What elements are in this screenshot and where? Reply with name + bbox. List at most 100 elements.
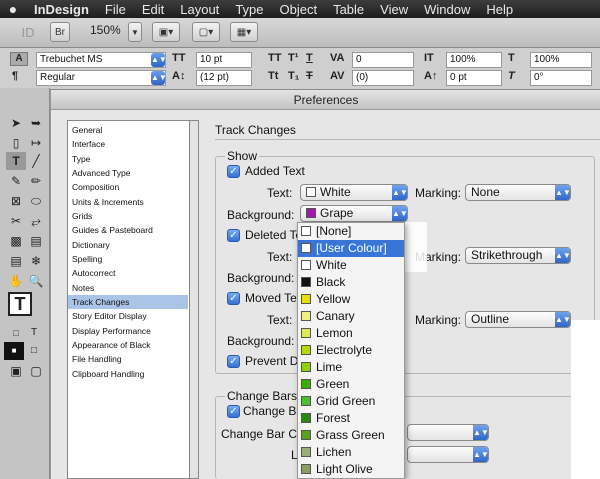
list-item[interactable]: [None] (298, 223, 404, 240)
menu-type[interactable]: Type (227, 2, 271, 17)
arrange-documents-icon[interactable]: ▦▾ (230, 22, 258, 42)
zoom-dropdown-icon[interactable]: ▼ (128, 22, 142, 42)
bridge-button[interactable]: Br (50, 22, 70, 42)
deleted-text-checkbox[interactable]: ✓ (227, 229, 240, 242)
selection-tool-icon[interactable]: ➤ (6, 114, 26, 132)
sidebar-item-clipboard-handling[interactable]: Clipboard Handling (68, 367, 188, 381)
menu-layout[interactable]: Layout (172, 2, 227, 17)
sidebar-item-guides-pasteboard[interactable]: Guides & Pasteboard (68, 223, 188, 237)
vertical-scale-field[interactable]: 100% (446, 52, 502, 68)
pencil-tool-icon[interactable]: ✏ (26, 172, 46, 190)
ellipse-tool-icon[interactable]: ⬭ (26, 192, 46, 210)
color-popup-list[interactable]: [None] [User Colour] White Black Yellow … (297, 222, 405, 479)
list-item[interactable]: [User Colour] (298, 240, 404, 257)
sidebar-item-grids[interactable]: Grids (68, 209, 188, 223)
font-family-field[interactable]: Trebuchet MS (36, 52, 166, 68)
pen-tool-icon[interactable]: ✎ (6, 172, 26, 190)
font-size-field[interactable]: 10 pt (196, 52, 252, 68)
zoom-level[interactable]: 150% (90, 23, 121, 37)
list-item[interactable]: Grass Green (298, 427, 404, 444)
moved-text-checkbox[interactable]: ✓ (227, 292, 240, 305)
line-tool-icon[interactable]: ╱ (26, 152, 46, 170)
screen-mode-icon[interactable]: ▢▾ (192, 22, 220, 42)
sidebar-item-spelling[interactable]: Spelling (68, 252, 188, 266)
apple-icon[interactable]: ● (0, 1, 26, 17)
menu-help[interactable]: Help (478, 2, 521, 17)
added-text-color-select[interactable]: White ▲▼ (300, 184, 408, 201)
sidebar-item-advanced-type[interactable]: Advanced Type (68, 166, 188, 180)
list-item[interactable]: White (298, 257, 404, 274)
sidebar-item-dictionary[interactable]: Dictionary (68, 238, 188, 252)
change-bars-checkbox[interactable]: ✓ (227, 405, 240, 418)
leading-field[interactable]: (12 pt) (196, 70, 252, 86)
free-transform-tool-icon[interactable]: ⥂ (26, 212, 46, 230)
sidebar-item-file-handling[interactable]: File Handling (68, 352, 188, 366)
note-tool-icon[interactable]: ▤ (6, 252, 26, 270)
menu-indesign[interactable]: InDesign (26, 2, 97, 17)
skew-field[interactable]: 0° (530, 70, 592, 86)
sidebar-item-autocorrect[interactable]: Autocorrect (68, 266, 188, 280)
menu-object[interactable]: Object (272, 2, 326, 17)
menu-file[interactable]: File (97, 2, 134, 17)
added-background-select[interactable]: Grape ▲▼ (300, 205, 408, 222)
fill-stroke-icon[interactable]: T (8, 292, 32, 316)
eyedropper-tool-icon[interactable]: ❄ (26, 252, 46, 270)
sidebar-item-story-editor-display[interactable]: Story Editor Display (68, 309, 188, 323)
menu-edit[interactable]: Edit (134, 2, 172, 17)
added-text-checkbox[interactable]: ✓ (227, 165, 240, 178)
paragraph-mode-icon[interactable]: ¶ (12, 70, 18, 82)
list-item[interactable]: Green (298, 376, 404, 393)
sidebar-scrollbar[interactable] (189, 120, 199, 479)
moved-marking-select[interactable]: Outline ▲▼ (465, 311, 571, 328)
menu-window[interactable]: Window (416, 2, 478, 17)
normal-view-icon[interactable]: ▣ (6, 362, 26, 380)
swap-fill-stroke-icon[interactable]: □ (6, 324, 26, 342)
apply-color-icon[interactable]: ■ (4, 342, 24, 360)
list-item[interactable]: Lichen (298, 444, 404, 461)
apply-none-icon[interactable]: □ (24, 342, 44, 360)
preview-view-icon[interactable]: ▢ (26, 362, 46, 380)
change-bar-color-select[interactable]: ▲▼ (407, 424, 489, 441)
sidebar-item-notes[interactable]: Notes (68, 281, 188, 295)
added-marking-select[interactable]: None ▲▼ (465, 184, 571, 201)
deleted-marking-select[interactable]: Strikethrough ▲▼ (465, 247, 571, 264)
superscript-icon[interactable]: T¹ (288, 52, 298, 64)
formatting-affects-text-icon[interactable]: T (24, 324, 44, 342)
hand-tool-icon[interactable]: ✋ (6, 272, 26, 290)
zoom-tool-icon[interactable]: 🔍 (26, 272, 46, 290)
list-item[interactable]: Canary (298, 308, 404, 325)
kerning-field[interactable]: 0 (352, 52, 414, 68)
sidebar-item-type[interactable]: Type (68, 152, 188, 166)
sidebar-item-units-increments[interactable]: Units & Increments (68, 195, 188, 209)
scissors-tool-icon[interactable]: ✂ (6, 212, 26, 230)
list-item[interactable]: Yellow (298, 291, 404, 308)
font-style-field[interactable]: Regular (36, 70, 166, 86)
location-select[interactable]: ▲▼ (407, 446, 489, 463)
gradient-feather-tool-icon[interactable]: ▤ (26, 232, 46, 250)
list-item[interactable]: Black (298, 274, 404, 291)
gradient-tool-icon[interactable]: ▩ (6, 232, 26, 250)
page-tool-icon[interactable]: ▯ (6, 134, 26, 152)
type-tool-icon[interactable]: T (6, 152, 26, 170)
small-caps-icon[interactable]: Tt (268, 70, 278, 82)
sidebar-item-interface[interactable]: Interface (68, 137, 188, 151)
menu-view[interactable]: View (372, 2, 416, 17)
font-family-dropdown-icon[interactable]: ▲▼ (151, 53, 167, 67)
sidebar-item-general[interactable]: General (68, 123, 188, 137)
sidebar-item-composition[interactable]: Composition (68, 180, 188, 194)
baseline-shift-field[interactable]: 0 pt (446, 70, 502, 86)
rectangle-frame-tool-icon[interactable]: ⊠ (6, 192, 26, 210)
list-item[interactable]: Forest (298, 410, 404, 427)
tracking-field[interactable]: (0) (352, 70, 414, 86)
sidebar-item-appearance-of-black[interactable]: Appearance of Black (68, 338, 188, 352)
list-item[interactable]: Light Olive (298, 461, 404, 478)
view-options-icon[interactable]: ▣▾ (152, 22, 180, 42)
underline-icon[interactable]: T (306, 52, 313, 64)
list-item[interactable]: Grid Green (298, 393, 404, 410)
font-style-dropdown-icon[interactable]: ▲▼ (151, 71, 167, 85)
character-mode-icon[interactable]: A (10, 52, 28, 66)
list-item[interactable]: Electrolyte (298, 342, 404, 359)
all-caps-icon[interactable]: TT (268, 52, 281, 64)
sidebar-item-display-performance[interactable]: Display Performance (68, 324, 188, 338)
direct-selection-tool-icon[interactable]: ➥ (26, 114, 46, 132)
